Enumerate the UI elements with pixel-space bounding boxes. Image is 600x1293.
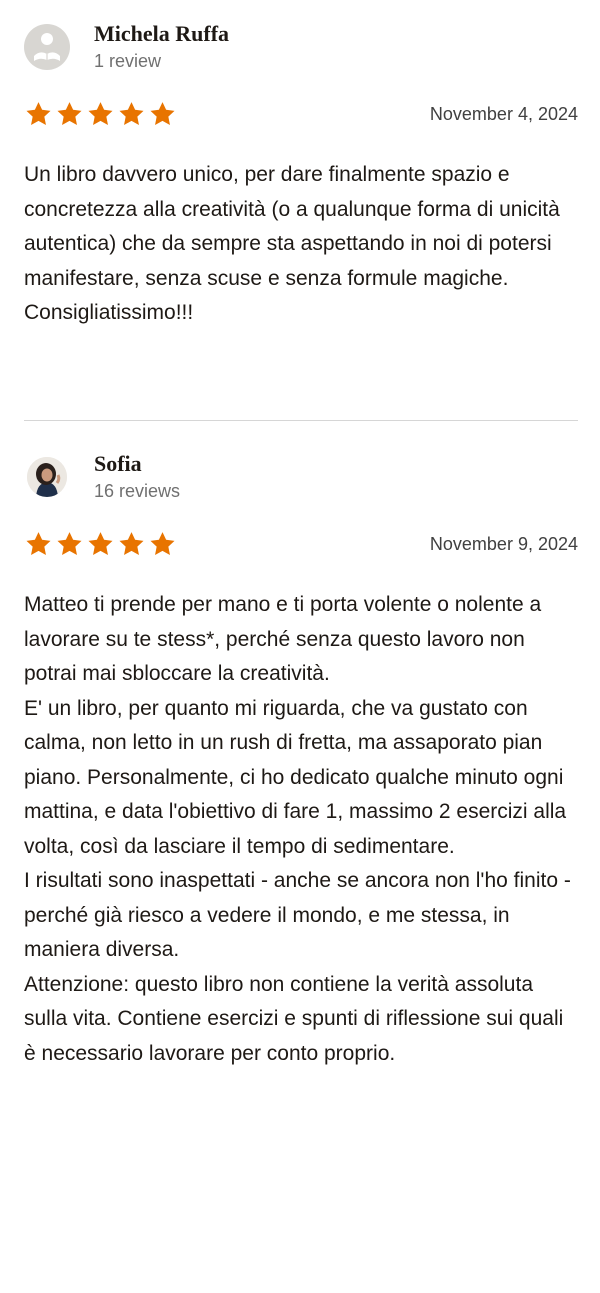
avatar[interactable] (24, 24, 70, 70)
review-count[interactable]: 16 reviews (94, 479, 180, 503)
review-count[interactable]: 1 review (94, 49, 229, 73)
review-date[interactable]: November 9, 2024 (430, 534, 578, 555)
star-icon (88, 102, 113, 125)
star-icon (119, 102, 144, 125)
star-icon (150, 532, 175, 555)
review-card: Sofia 16 reviews November 9, 2024 Matteo… (24, 448, 578, 1071)
star-icon (57, 102, 82, 125)
star-icon (57, 532, 82, 555)
star-rating (24, 530, 177, 558)
star-icon (26, 532, 51, 555)
star-icon (119, 532, 144, 555)
review-card: Michela Ruffa 1 review November 4, 2024 … (24, 18, 578, 331)
rating-row: November 4, 2024 (24, 96, 578, 132)
star-icon (150, 102, 175, 125)
avatar[interactable] (27, 457, 67, 497)
review-text: Un libro davvero unico, per dare finalme… (24, 163, 560, 324)
star-icon (26, 102, 51, 125)
reviewer-name[interactable]: Michela Ruffa (94, 21, 229, 47)
star-rating (24, 100, 177, 128)
review-divider (24, 420, 578, 421)
reviewer-info: Sofia 16 reviews (24, 448, 578, 506)
user-photo-icon (27, 457, 67, 497)
review-text: Matteo ti prende per mano e ti porta vol… (24, 593, 571, 1065)
rating-row: November 9, 2024 (24, 526, 578, 562)
star-icon (88, 532, 113, 555)
reviewer-info: Michela Ruffa 1 review (24, 18, 578, 76)
reviewer-name[interactable]: Sofia (94, 451, 180, 477)
review-date[interactable]: November 4, 2024 (430, 104, 578, 125)
reader-icon (34, 33, 60, 61)
